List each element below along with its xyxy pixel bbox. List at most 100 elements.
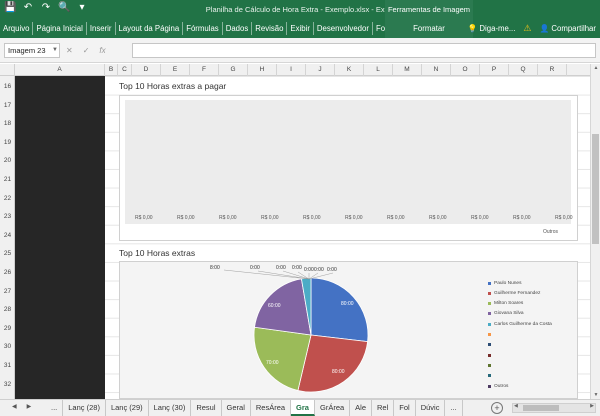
legend-item: Outros [488, 382, 508, 390]
tab-desenvolvedor[interactable]: Desenvolvedor [314, 19, 372, 38]
sheet-tab[interactable]: Gra [291, 400, 315, 416]
sheet-tab[interactable]: Dúvic [416, 400, 446, 416]
save-icon[interactable]: 💾 [4, 2, 16, 14]
column-header-e[interactable]: E [161, 64, 190, 76]
row-header-28[interactable]: 28 [0, 306, 15, 313]
cancel-icon[interactable]: ✕ [66, 43, 73, 58]
enter-icon[interactable]: ✓ [83, 43, 90, 58]
sheet-tab[interactable]: Rel [372, 400, 395, 416]
undo-icon[interactable]: ↶ [22, 2, 34, 14]
print-preview-icon[interactable]: 🔍 [58, 2, 70, 14]
horizontal-scrollbar[interactable]: ◀ ▶ [512, 403, 596, 413]
prev-sheet-icon[interactable]: ◀ [12, 403, 17, 410]
next-sheet-icon[interactable]: ▶ [27, 403, 32, 410]
sheet-tab[interactable]: Resul [191, 400, 222, 416]
column-header-q[interactable]: Q [509, 64, 538, 76]
sheet-tab-bar: ◀ ▶ ... Lanç (28) Lanç (29) Lanç (30) Resul… [0, 399, 600, 416]
legend-swatch [488, 374, 491, 378]
legend-label: Carlos Guilherme da Costa [494, 321, 552, 327]
share-label: Compartilhar [551, 24, 596, 33]
scroll-up-icon[interactable]: ▲ [591, 65, 600, 71]
scroll-right-icon[interactable]: ▶ [590, 403, 594, 409]
column-header-i[interactable]: I [277, 64, 306, 76]
row-header-20[interactable]: 20 [0, 157, 15, 164]
column-header-f[interactable]: F [190, 64, 219, 76]
row-header-30[interactable]: 30 [0, 343, 15, 350]
row-header-31[interactable]: 31 [0, 362, 15, 369]
column-header-l[interactable]: L [364, 64, 393, 76]
row-header-21[interactable]: 21 [0, 176, 15, 183]
vertical-scroll-thumb[interactable] [592, 134, 599, 244]
tab-pagina-inicial[interactable]: Página Inicial [33, 19, 85, 38]
row-header-17[interactable]: 17 [0, 102, 15, 109]
horizontal-scroll-thumb[interactable] [523, 405, 559, 411]
column-header-n[interactable]: N [422, 64, 451, 76]
redo-icon[interactable]: ↷ [40, 2, 52, 14]
sheet-tabs-more-left[interactable]: ... [46, 400, 64, 416]
tab-inserir[interactable]: Inserir [87, 19, 115, 38]
column-header-d[interactable]: D [132, 64, 161, 76]
row-header-16[interactable]: 16 [0, 83, 15, 90]
formula-input[interactable] [132, 43, 596, 58]
column-header-a[interactable]: A [15, 64, 105, 76]
row-header-27[interactable]: 27 [0, 288, 15, 295]
sheet-tab[interactable]: Lanç (30) [149, 400, 192, 416]
scroll-down-icon[interactable]: ▼ [591, 392, 600, 398]
row-header-19[interactable]: 19 [0, 139, 15, 146]
row-header-22[interactable]: 22 [0, 195, 15, 202]
pie-zero-label: 0:00 [327, 267, 337, 273]
column-header-k[interactable]: K [335, 64, 364, 76]
tell-me-box[interactable]: 💡 Diga-me... [468, 24, 516, 33]
column-header-c[interactable]: C [118, 64, 132, 76]
column-header-j[interactable]: J [306, 64, 335, 76]
legend-swatch [488, 353, 491, 357]
tab-formulas[interactable]: Fórmulas [183, 19, 222, 38]
ribbon-tabs: Arquivo Página Inicial Inserir Layout da… [0, 19, 600, 38]
row-header-24[interactable]: 24 [0, 232, 15, 239]
column-header-m[interactable]: M [393, 64, 422, 76]
sheet-tab[interactable]: ... [445, 400, 463, 416]
row-header-18[interactable]: 18 [0, 120, 15, 127]
tab-layout[interactable]: Layout da Página [116, 19, 183, 38]
tab-arquivo[interactable]: Arquivo [0, 19, 32, 38]
legend-label: Outros [494, 383, 509, 389]
legend-swatch [488, 302, 491, 306]
column-header-r[interactable]: R [538, 64, 567, 76]
sheet-tab[interactable]: ResÁrea [251, 400, 292, 416]
row-header-29[interactable]: 29 [0, 325, 15, 332]
column-header-h[interactable]: H [248, 64, 277, 76]
tab-exibir[interactable]: Exibir [287, 19, 313, 38]
chevron-down-icon[interactable]: ▼ [52, 43, 58, 58]
vertical-scrollbar[interactable]: ▲ ▼ [590, 64, 600, 399]
row-header-26[interactable]: 26 [0, 269, 15, 276]
warning-icon[interactable]: ⚠ [523, 23, 531, 34]
add-sheet-icon[interactable]: + [491, 402, 503, 414]
tab-revisao[interactable]: Revisão [252, 19, 286, 38]
pie-zero-label: 0:00 [276, 265, 286, 271]
column-header-o[interactable]: O [451, 64, 480, 76]
sheet-tab[interactable]: Lanç (28) [63, 400, 106, 416]
bar-data-label: R$ 0,00 [135, 215, 153, 221]
row-header-32[interactable]: 32 [0, 381, 15, 388]
select-all-corner[interactable] [0, 64, 15, 76]
row-header-25[interactable]: 25 [0, 250, 15, 257]
tab-dados[interactable]: Dados [223, 19, 252, 38]
sheet-tab[interactable]: GrÁrea [315, 400, 351, 416]
sheet-tab[interactable]: Lanç (29) [106, 400, 149, 416]
column-header-p[interactable]: P [480, 64, 509, 76]
sheet-tab[interactable]: Ale [350, 400, 373, 416]
column-header-b[interactable]: B [105, 64, 118, 76]
customize-icon[interactable]: ▾ [76, 2, 88, 14]
share-button[interactable]: 👤 Compartilhar [539, 24, 596, 33]
column-header-g[interactable]: G [219, 64, 248, 76]
lightbulb-icon: 💡 [467, 24, 478, 33]
function-icon[interactable]: fx [99, 43, 105, 58]
row-header-23[interactable]: 23 [0, 213, 15, 220]
quick-access-toolbar: 💾 ↶ ↷ 🔍 ▾ [4, 2, 88, 14]
tab-formatar[interactable]: Formatar [385, 19, 473, 38]
pie-label-slice-3: 70:00 [266, 360, 279, 366]
sheet-tab[interactable]: Geral [222, 400, 251, 416]
legend-label: Guilherme Fernandez [494, 290, 541, 296]
sheet-tab[interactable]: Fol [394, 400, 416, 416]
scroll-left-icon[interactable]: ◀ [514, 403, 518, 409]
